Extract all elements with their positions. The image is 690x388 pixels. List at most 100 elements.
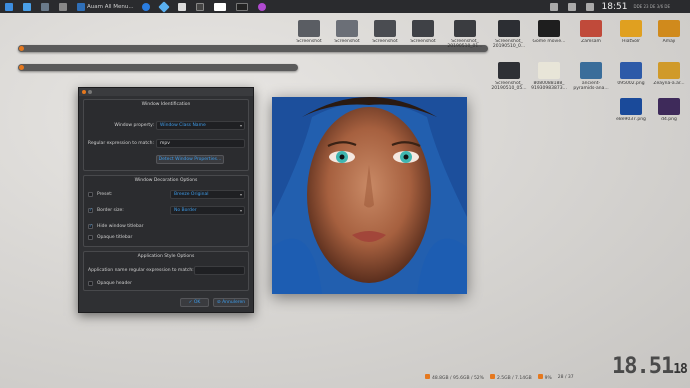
cancel-label: Annuleren — [222, 300, 246, 305]
file-thumbnail-icon — [538, 20, 560, 37]
desktop-icon[interactable]: 8080088188_ 91930983873... — [530, 62, 568, 91]
window-thumb-icon — [235, 2, 248, 11]
window-thumb-icon — [177, 2, 186, 11]
border-size-select[interactable]: No Border ▾ — [170, 206, 245, 215]
image-viewer-window[interactable] — [272, 97, 467, 294]
vpn-icon — [157, 0, 170, 13]
window-decoration-group: Window Decoration Options Preset: Breeze… — [83, 175, 249, 247]
taskbar-settings[interactable] — [36, 1, 54, 12]
taskbar-terminal[interactable] — [54, 1, 72, 12]
window-rules-dialog: Window Identification Window property: W… — [78, 87, 254, 313]
temp-stat: 28 / 37 — [557, 375, 574, 380]
volume-icon[interactable] — [585, 2, 594, 11]
taskbar-browser[interactable] — [137, 1, 155, 12]
top-panel: Auam All Menu... 18:51 DDE 23 DE 3/6 DE — [0, 0, 690, 13]
progress-indicator — [19, 46, 24, 51]
desktop-icon[interactable]: d4.png — [650, 98, 688, 122]
opaque-header-label: Opaque header — [97, 281, 132, 286]
file-thumbnail-icon — [658, 20, 680, 37]
desktop-icon[interactable]: Screenshot_ 20190510_01... — [446, 20, 484, 49]
desktop-icon-label: Zeayna-a.ar... — [653, 81, 685, 86]
desktop-icon[interactable]: Amaji — [650, 20, 688, 44]
folder-icon — [23, 2, 31, 11]
clipboard-icon[interactable] — [549, 2, 558, 11]
disk-value: 48.8GB / 95.6GB / 52% — [432, 376, 484, 381]
taskbar-app-1[interactable] — [173, 1, 191, 12]
desktop-icon[interactable]: Screenshot — [328, 20, 366, 44]
file-thumbnail-icon — [620, 98, 642, 115]
ok-label: OK — [193, 300, 201, 305]
window-thumb-icon — [195, 2, 204, 11]
group-title: Window Decoration Options — [134, 178, 198, 183]
taskbar-app-3[interactable] — [209, 1, 231, 12]
disk-icon — [425, 374, 430, 379]
desktop-icon-label: Screenshot_ 20190510_01... — [447, 39, 483, 49]
desktop-icon-label: Screenshot — [410, 39, 436, 44]
desktop-clock-widget: 18.5118 — [612, 354, 690, 388]
desktop-icon-label: Screenshot_ 20190510_0... — [492, 39, 526, 49]
desktop-icon[interactable]: Screenshot_ 20190510_05... — [490, 62, 528, 91]
desktop-icon[interactable]: e8e9037.png — [612, 98, 650, 122]
big-clock-time: 18.51 — [612, 354, 674, 379]
cpu-stat: 9% — [537, 374, 552, 381]
progress-indicator — [19, 65, 24, 70]
hide-titlebar-checkbox[interactable]: ✓ — [88, 224, 93, 229]
window-thumb-icon — [213, 2, 226, 11]
desktop-icon[interactable]: Gome movie... — [530, 20, 568, 44]
group-title: Window Identification — [141, 102, 191, 107]
desktop-icon[interactable]: Zeayna-a.ar... — [650, 62, 688, 86]
cancel-button[interactable]: ⊘ Annuleren — [213, 298, 249, 307]
app-regex-label: Application name regular expression to m… — [88, 268, 194, 273]
desktop-icon[interactable]: Screenshot — [404, 20, 442, 44]
taskbar-file-manager[interactable] — [18, 1, 36, 12]
group-title: Application Style Options — [137, 254, 195, 259]
file-thumbnail-icon — [374, 20, 396, 37]
desktop-icon[interactable]: ancient- pyramids-ana... — [572, 62, 610, 91]
opaque-titlebar-label: Opaque titlebar — [97, 235, 133, 240]
taskbar-app-5[interactable] — [253, 1, 271, 12]
preset-checkbox[interactable] — [88, 192, 93, 197]
app-launcher[interactable] — [0, 1, 18, 12]
file-thumbnail-icon — [580, 20, 602, 37]
window-property-value: Window Class Name — [160, 123, 206, 128]
cpu-icon — [537, 374, 543, 379]
desktop-icon[interactable]: HiatSolr — [612, 20, 650, 44]
chevron-down-icon: ▾ — [239, 208, 242, 213]
file-thumbnail-icon — [658, 62, 680, 79]
regex-input[interactable]: mpv — [156, 139, 245, 148]
taskbar-vpn[interactable] — [155, 0, 173, 13]
clock[interactable]: 18:51 — [602, 2, 628, 12]
file-thumbnail-icon — [412, 20, 434, 37]
desktop-icon[interactable]: Zamsam — [572, 20, 610, 44]
window-property-select[interactable]: Window Class Name ▾ — [156, 121, 245, 130]
border-size-checkbox[interactable]: ✓ — [88, 208, 93, 213]
network-icon[interactable] — [567, 2, 576, 11]
terminal-icon — [59, 2, 67, 11]
taskbar-app-2[interactable] — [191, 1, 209, 12]
preset-select[interactable]: Breeze Original ▾ — [170, 190, 245, 199]
application-style-group: Application Style Options Application na… — [83, 251, 249, 291]
opaque-header-checkbox[interactable] — [88, 281, 93, 286]
file-thumbnail-icon — [336, 20, 358, 37]
desktop-icon[interactable]: Screenshot_ 20190510_0... — [490, 20, 528, 49]
taskbar-active-window[interactable]: Auam All Menu... — [72, 1, 137, 12]
opaque-titlebar-checkbox[interactable] — [88, 235, 93, 240]
window-property-label: Window property: — [114, 123, 154, 128]
desktop-icon[interactable]: Screenshot — [366, 20, 404, 44]
taskbar-app-4[interactable] — [231, 1, 253, 12]
dialog-titlebar[interactable] — [79, 88, 253, 96]
minimize-icon[interactable] — [88, 90, 92, 94]
portrait-image — [272, 97, 467, 294]
disk-stat: 48.8GB / 95.6GB / 52% — [425, 374, 484, 381]
app-regex-input[interactable] — [194, 266, 245, 275]
file-thumbnail-icon — [454, 20, 476, 37]
desktop-icon-label: HiatSolr — [622, 39, 640, 44]
close-icon[interactable] — [82, 90, 86, 94]
detect-window-properties-button[interactable]: Detect Window Properties... — [156, 155, 224, 164]
ok-button[interactable]: ✓ OK — [180, 298, 209, 307]
desktop-icon[interactable]: Screenshot — [290, 20, 328, 44]
desktop-icon-label: ancient- pyramids-ana... — [573, 81, 609, 91]
date-display: DDE 23 DE 3/6 DE — [633, 4, 670, 9]
preset-label: Preset: — [97, 192, 113, 197]
desktop-icon[interactable]: 095002.png — [612, 62, 650, 86]
